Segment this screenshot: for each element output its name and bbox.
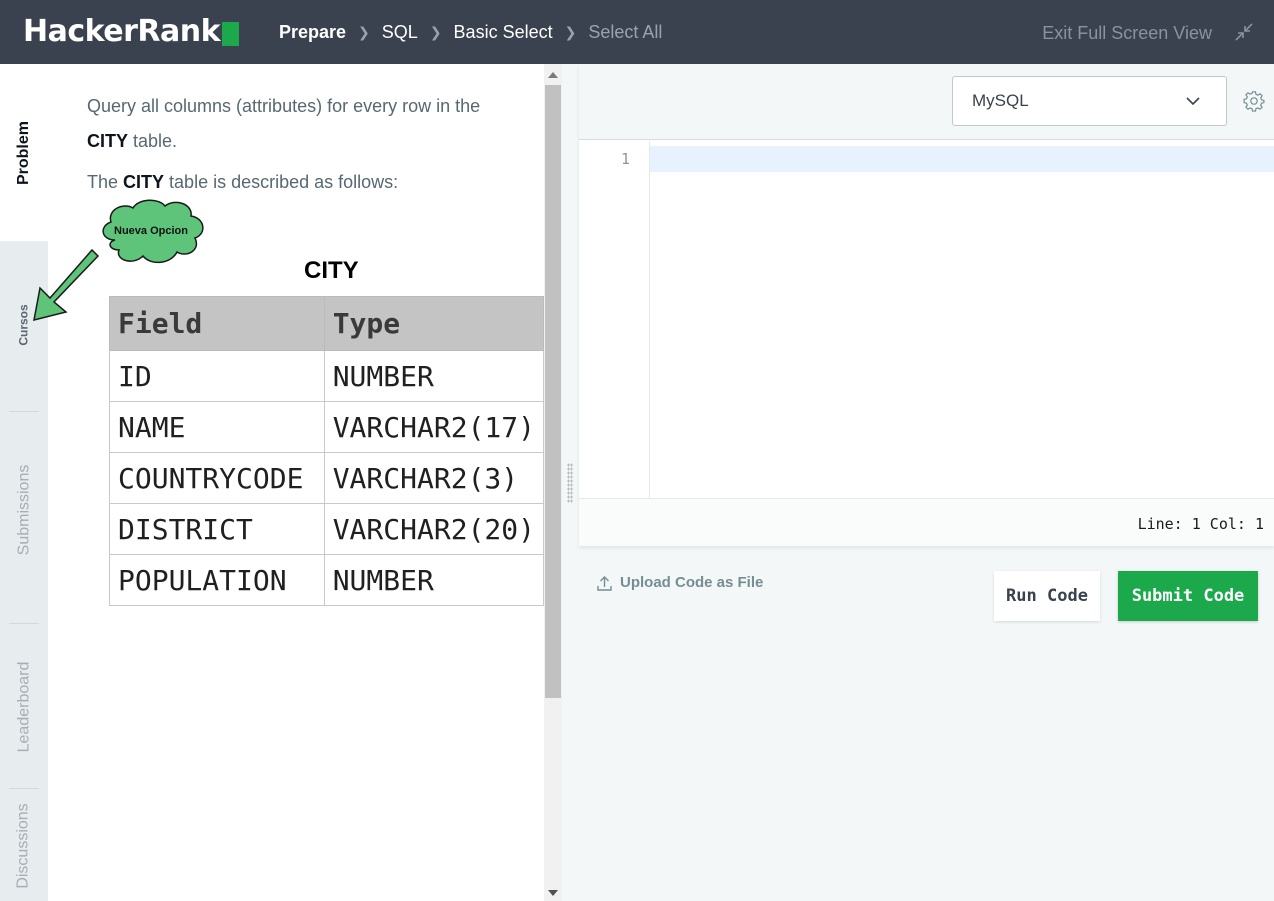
tab-problem[interactable]: Problem [0,64,48,241]
table-cell-type: NUMBER [323,554,544,606]
breadcrumb-prepare[interactable]: Prepare [279,20,346,44]
table-cell-field: NAME [109,401,325,453]
cloud-text: Nueva Opcion [114,225,188,237]
upload-icon [597,575,612,591]
tab-submissions[interactable]: Submissions [0,414,48,606]
tab-divider [9,788,39,789]
table-cell-field: ID [109,350,325,402]
tab-problem-label: Problem [15,120,33,185]
problem-panel: Query all columns (attributes) for every… [48,64,544,901]
upload-label: Upload Code as File [620,574,764,591]
cursor-position: Line: 1 Col: 1 [1137,515,1264,533]
table-row: ID NUMBER [109,350,544,402]
table-cell-type: NUMBER [323,350,544,402]
table-cell-type: VARCHAR2(17) [323,401,544,453]
line-number-gutter: 1 [579,141,650,498]
code-editor-panel: MySQL 1 Line: 1 Col: 1 [579,64,1274,546]
breadcrumb-sql[interactable]: SQL [382,20,418,44]
language-select-value: MySQL [972,91,1029,110]
exit-full-screen-link[interactable]: Exit Full Screen View [1042,21,1212,45]
table-cell-field: COUNTRYCODE [109,452,325,504]
tab-discussions-label: Discussions [15,803,33,889]
tab-discussions[interactable]: Discussions [0,791,48,901]
city-bold: CITY [87,131,129,151]
gear-icon[interactable] [1243,90,1265,112]
chevron-right-icon: ❯ [358,24,370,40]
city-schema-table: Field Type ID NUMBER NAME VARCHAR2(17) C… [109,296,544,606]
problem-scrollbar[interactable] [544,64,562,901]
logo-block-icon [222,21,240,46]
table-cell-type: VARCHAR2(3) [323,452,544,504]
table-row: COUNTRYCODE VARCHAR2(3) [109,452,544,504]
tab-divider [9,411,39,412]
code-editor-input[interactable] [650,146,1274,172]
table-header-field: Field [109,296,325,351]
city-table-title: CITY [304,257,359,284]
vertical-tab-bar: Problem Cursos Submissions Leaderboard D… [0,64,48,901]
language-select[interactable]: MySQL [952,76,1227,126]
table-cell-type: VARCHAR2(20) [323,503,544,555]
breadcrumb-basic-select[interactable]: Basic Select [454,20,553,44]
editor-toolbar: MySQL [579,64,1274,140]
scroll-up-icon[interactable] [548,72,558,78]
line2-rest: table. [128,131,178,151]
run-code-button[interactable]: Run Code [994,571,1100,621]
chevron-down-icon [1186,97,1200,106]
tab-leaderboard-label: Leaderboard [15,661,32,753]
breadcrumb-select-all: Select All [588,22,663,42]
line3-rest: table is described as follows: [164,172,399,192]
collapse-icon[interactable] [1234,22,1254,42]
problem-statement-line-3: The CITY table is described as follows: [87,170,398,194]
line3-pre: The [87,172,124,192]
scroll-thumb[interactable] [545,85,561,698]
breadcrumb: Prepare ❯ SQL ❯ Basic Select ❯ Select Al… [279,20,662,44]
table-cell-field: POPULATION [109,554,325,606]
table-header-type: Type [323,296,544,351]
line-number: 1 [620,150,630,168]
table-row: DISTRICT VARCHAR2(20) [109,503,544,555]
table-row: POPULATION NUMBER [109,554,544,606]
arrow-shape [33,248,100,322]
chevron-right-icon: ❯ [429,24,442,40]
cloud-callout: Nueva Opcion [102,199,204,264]
table-header-row: Field Type [109,296,544,351]
scroll-down-icon[interactable] [548,890,558,896]
arrow-pointer [33,248,100,322]
problem-statement-line-1: Query all columns (attributes) for every… [87,96,481,116]
editor-status-bar: Line: 1 Col: 1 [579,498,1274,546]
submit-code-button[interactable]: Submit Code [1118,571,1258,621]
city-bold: CITY [123,172,165,192]
table-cell-field: DISTRICT [109,503,325,555]
problem-statement-line-2: CITY table. [87,129,177,153]
table-row: NAME VARCHAR2(17) [109,401,544,453]
upload-code-link[interactable]: Upload Code as File [597,574,763,591]
tab-divider [9,623,39,624]
panel-resize-handle[interactable] [567,463,573,503]
tab-submissions-label: Submissions [15,464,33,556]
hackerrank-logo[interactable]: HackerRank [23,14,240,50]
chevron-right-icon: ❯ [564,24,577,40]
logo-text: HackerRank [23,14,221,49]
tab-leaderboard[interactable]: Leaderboard [0,626,48,788]
top-header: HackerRank Prepare ❯ SQL ❯ Basic Select … [0,0,1274,64]
